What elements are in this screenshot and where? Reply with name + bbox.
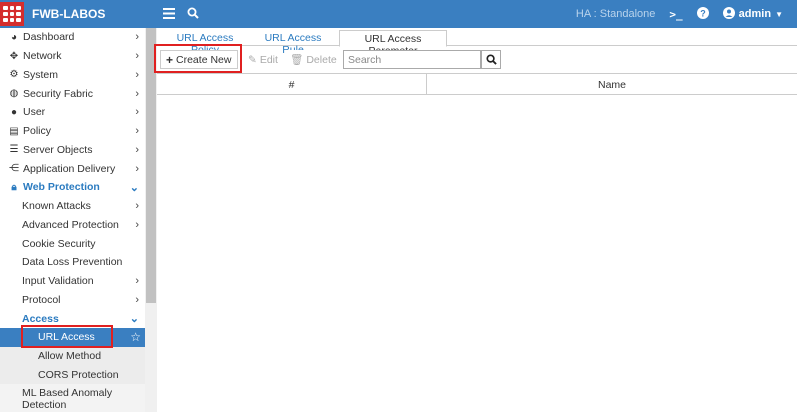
top-bar: FWB-LABOS HA : Standalone >_ ? admin ▼	[0, 0, 797, 28]
chevron-right-icon: ›	[135, 200, 139, 213]
user-icon	[722, 6, 735, 22]
sidebar: ◕ Dashboard › ✥ Network › ⚙ System › ◍ S…	[0, 28, 145, 412]
search-icon[interactable]	[187, 6, 199, 22]
network-icon: ✥	[9, 50, 19, 62]
sidebar-item-user[interactable]: ● User ›	[0, 103, 145, 122]
sidebar-item-known-attacks[interactable]: Known Attacks ›	[0, 197, 145, 216]
chevron-right-icon: ›	[135, 143, 139, 156]
help-icon[interactable]: ?	[696, 6, 709, 22]
sidebar-item-security-fabric[interactable]: ◍ Security Fabric ›	[0, 84, 145, 103]
plus-icon: +	[166, 52, 174, 67]
chevron-right-icon: ›	[135, 218, 139, 231]
pencil-icon: ✎	[248, 53, 257, 66]
chevron-right-icon: ›	[135, 68, 139, 81]
sidebar-item-dashboard[interactable]: ◕ Dashboard ›	[0, 28, 145, 47]
delete-button[interactable]: 🗑︎ Delete	[285, 50, 339, 69]
chevron-right-icon: ›	[135, 125, 139, 138]
chevron-right-icon: ›	[135, 275, 139, 288]
create-new-button[interactable]: + Create New	[160, 50, 238, 69]
main-content: URL Access Policy URL Access Rule URL Ac…	[157, 28, 797, 412]
edit-button[interactable]: ✎ Edit	[243, 50, 283, 69]
dashboard-icon: ◕	[10, 31, 18, 43]
search-button[interactable]	[481, 50, 501, 69]
terminal-icon[interactable]: >_	[669, 8, 682, 21]
ha-label: HA :	[575, 8, 597, 20]
sidebar-item-cors-protection[interactable]: CORS Protection	[0, 365, 145, 385]
sidebar-item-cookie-security[interactable]: Cookie Security	[0, 234, 145, 253]
chevron-right-icon: ›	[135, 50, 139, 63]
sidebar-item-system[interactable]: ⚙ System ›	[0, 66, 145, 85]
chevron-right-icon: ›	[135, 162, 139, 175]
brand-name: FWB-LABOS	[32, 7, 106, 21]
sidebar-item-web-protection[interactable]: 🔒︎ Web Protection ⌄	[0, 178, 145, 197]
tab-url-access-parameter[interactable]: URL Access Parameter	[339, 30, 447, 57]
sidebar-item-application-delivery[interactable]: ⋲ Application Delivery ›	[0, 159, 145, 178]
fortinet-logo	[0, 2, 24, 26]
user-icon: ●	[10, 106, 18, 118]
sidebar-item-server-objects[interactable]: ☰ Server Objects ›	[0, 141, 145, 160]
policy-icon: ▤	[9, 125, 19, 137]
sidebar-item-protocol[interactable]: Protocol ›	[0, 291, 145, 310]
star-icon[interactable]: ☆	[130, 330, 141, 344]
hamburger-icon[interactable]	[163, 6, 175, 22]
gear-icon: ⚙	[9, 69, 19, 81]
username: admin	[738, 8, 772, 20]
chevron-down-icon: ⌄	[129, 181, 139, 194]
column-header-number[interactable]: #	[157, 74, 427, 95]
caret-down-icon: ▼	[775, 9, 783, 19]
brand: FWB-LABOS	[0, 0, 145, 28]
sidebar-item-advanced-protection[interactable]: Advanced Protection ›	[0, 216, 145, 235]
chevron-right-icon: ›	[135, 87, 139, 100]
svg-text:?: ?	[700, 8, 706, 18]
server-objects-icon: ☰	[9, 144, 19, 156]
table-header: # Name	[157, 73, 797, 95]
sidebar-item-network[interactable]: ✥ Network ›	[0, 47, 145, 66]
trash-icon: 🗑︎	[290, 54, 304, 66]
lock-icon: 🔒︎	[11, 181, 17, 193]
sidebar-item-data-loss-prevention[interactable]: Data Loss Prevention	[0, 253, 145, 272]
chevron-right-icon: ›	[135, 31, 139, 44]
chevron-right-icon: ›	[135, 293, 139, 306]
search-icon	[485, 54, 497, 65]
sidebar-item-access[interactable]: Access ⌄	[0, 309, 145, 328]
tab-bar: URL Access Policy URL Access Rule URL Ac…	[157, 28, 797, 57]
sidebar-item-input-validation[interactable]: Input Validation ›	[0, 272, 145, 291]
search-input[interactable]	[343, 50, 481, 69]
column-header-name[interactable]: Name	[427, 74, 797, 95]
sidebar-item-policy[interactable]: ▤ Policy ›	[0, 122, 145, 141]
security-fabric-icon: ◍	[9, 88, 19, 100]
ha-status: HA : Standalone	[576, 8, 656, 20]
chevron-right-icon: ›	[135, 106, 139, 119]
sidebar-item-allow-method[interactable]: Allow Method	[0, 346, 145, 366]
tab-url-access-policy[interactable]: URL Access Policy	[163, 30, 247, 56]
tab-url-access-rule[interactable]: URL Access Rule	[253, 30, 333, 56]
sidebar-item-url-access[interactable]: URL Access ☆	[0, 328, 145, 347]
sidebar-item-ml-anomaly-detection[interactable]: ML Based Anomaly Detection	[0, 384, 145, 412]
toolbar: + Create New ✎ Edit 🗑︎ Delete	[157, 50, 797, 70]
user-menu[interactable]: admin ▼	[722, 6, 783, 22]
application-delivery-icon: ⋲	[9, 163, 19, 175]
ha-value: Standalone	[599, 8, 656, 20]
chevron-down-icon: ⌄	[129, 313, 139, 326]
sidebar-scrollbar-thumb[interactable]	[146, 28, 156, 303]
